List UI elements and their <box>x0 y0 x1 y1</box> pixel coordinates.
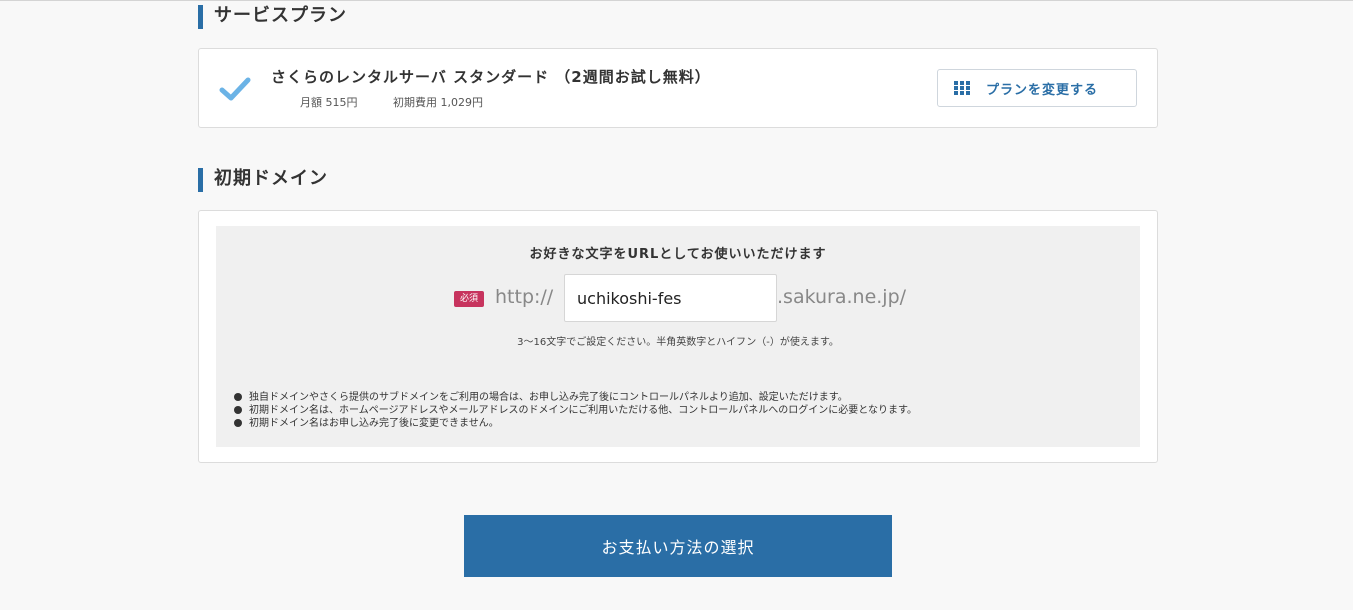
change-plan-label: プランを変更する <box>986 82 1099 98</box>
domain-input-panel: お好きな文字をURLとしてお使いいただけます 必須 http:// .sakur… <box>216 226 1140 447</box>
service-plan-card: さくらのレンタルサーバ スタンダード （2週間お試し無料） 月額 515円 初期… <box>198 48 1158 128</box>
plan-name: さくらのレンタルサーバ スタンダード （2週間お試し無料） <box>271 68 711 86</box>
domain-input[interactable] <box>564 274 777 322</box>
bullet-icon <box>234 406 242 414</box>
domain-hint: 3〜16文字でご設定ください。半角英数字とハイフン（-）が使えます。 <box>517 337 839 348</box>
note-item: 初期ドメイン名は、ホームページアドレスやメールアドレスのドメインにご利用いただけ… <box>234 404 917 417</box>
monthly-fee: 月額 515円 <box>300 96 358 109</box>
note-item: 初期ドメイン名はお申し込み完了後に変更できません。 <box>234 417 917 430</box>
check-icon <box>219 77 251 101</box>
grid-icon <box>954 81 970 95</box>
initial-domain-heading: 初期ドメイン <box>198 168 328 192</box>
required-badge: 必須 <box>454 291 484 307</box>
plan-prices: 月額 515円 初期費用 1,029円 <box>300 94 515 110</box>
payment-method-button[interactable]: お支払い方法の選択 <box>464 515 892 577</box>
service-plan-heading: サービスプラン <box>198 5 347 29</box>
domain-panel-title: お好きな文字をURLとしてお使いいただけます <box>529 247 827 262</box>
initial-fee: 初期費用 1,029円 <box>393 96 483 109</box>
url-suffix: .sakura.ne.jp/ <box>777 286 907 308</box>
note-item: 独自ドメインやさくら提供のサブドメインをご利用の場合は、お申し込み完了後にコント… <box>234 391 917 404</box>
change-plan-button[interactable]: プランを変更する <box>937 69 1137 107</box>
initial-domain-card: お好きな文字をURLとしてお使いいただけます 必須 http:// .sakur… <box>198 210 1158 463</box>
url-prefix: http:// <box>495 286 554 308</box>
top-divider <box>0 0 1353 1</box>
domain-notes: 独自ドメインやさくら提供のサブドメインをご利用の場合は、お申し込み完了後にコント… <box>234 391 917 430</box>
bullet-icon <box>234 419 242 427</box>
bullet-icon <box>234 393 242 401</box>
